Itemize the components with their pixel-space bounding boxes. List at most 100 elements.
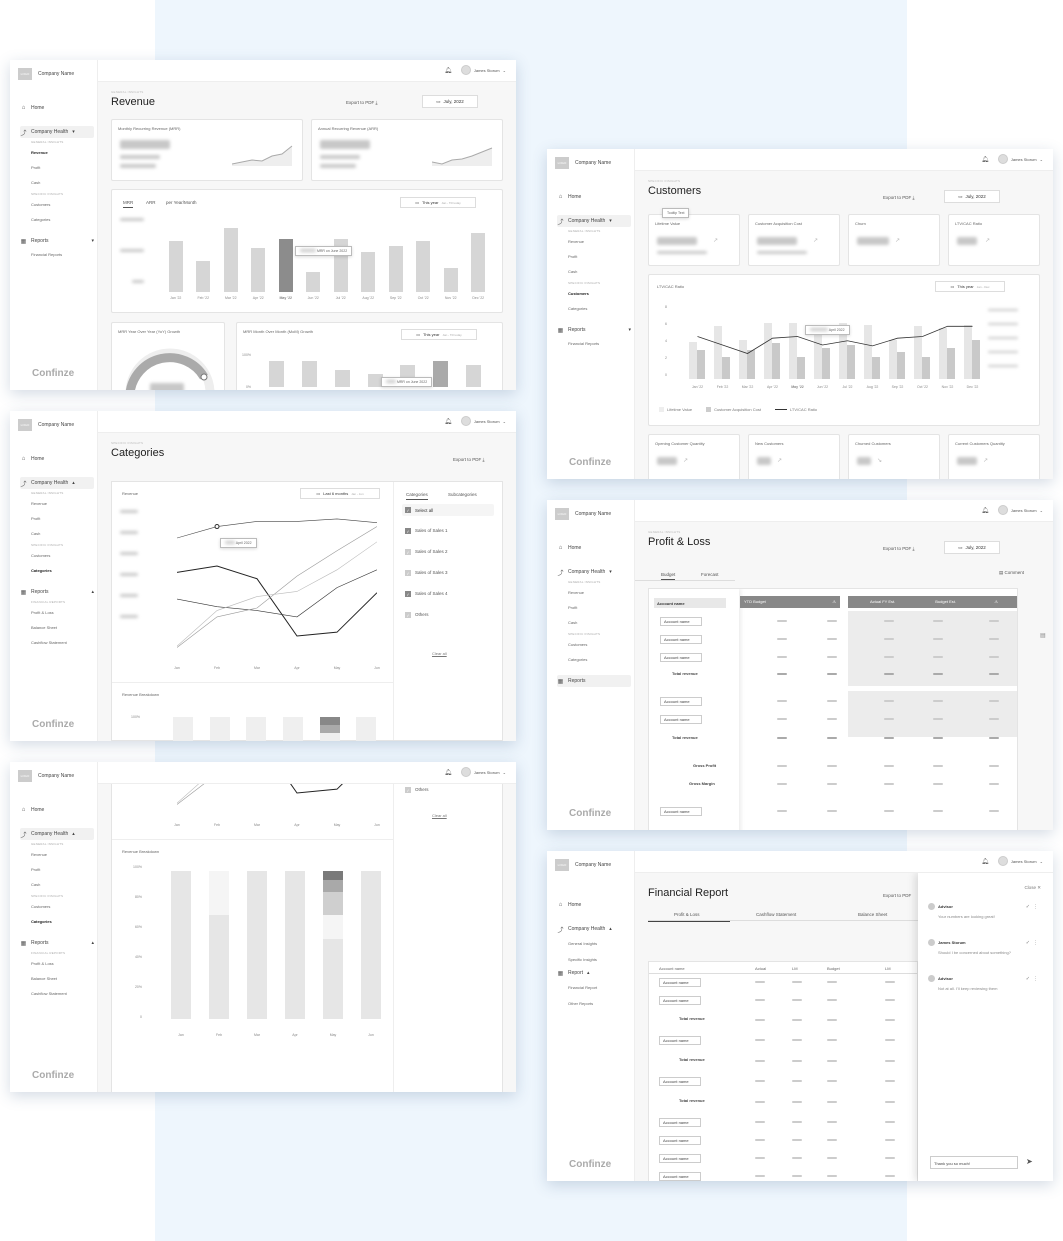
- date-picker[interactable]: ▭ July, 2022: [944, 541, 1000, 554]
- category-checkbox[interactable]: ✓ Sales of Sales 2: [405, 541, 448, 562]
- export-pdf-button[interactable]: Export to PDF ⤓: [346, 100, 378, 105]
- nav-revenue[interactable]: Revenue: [20, 496, 94, 511]
- filter-icon[interactable]: ☰: [1010, 600, 1015, 607]
- nav-categories[interactable]: Categories: [20, 914, 94, 929]
- nav-financial-report[interactable]: Financial Report: [557, 979, 631, 995]
- user-menu[interactable]: 🔔︎ James Storum ⌄: [444, 65, 506, 75]
- company-logo[interactable]: LOGO Company Name: [18, 419, 74, 431]
- company-logo[interactable]: LOGO Company Name: [18, 770, 74, 782]
- bell-icon[interactable]: 🔔︎: [981, 507, 989, 514]
- bell-icon[interactable]: 🔔︎: [444, 67, 452, 74]
- nav-customers[interactable]: Customers: [557, 637, 631, 652]
- comment-button[interactable]: ▤ Comment: [999, 570, 1024, 576]
- tab-arr[interactable]: ARR: [146, 200, 156, 205]
- nav-revenue[interactable]: Revenue: [557, 585, 631, 600]
- category-checkbox[interactable]: ✓ Others: [405, 784, 429, 800]
- nav-profit[interactable]: Profit: [557, 600, 631, 615]
- user-menu[interactable]: 🔔︎ James Storum ⌄: [981, 154, 1043, 164]
- company-logo[interactable]: LOGO Company Name: [555, 157, 611, 169]
- bell-icon[interactable]: 🔔︎: [981, 858, 989, 865]
- nav-cash[interactable]: Cash: [20, 526, 94, 541]
- nav-home[interactable]: ⌂ Home: [20, 804, 94, 816]
- company-logo[interactable]: LOGO Company Name: [555, 508, 611, 520]
- bell-icon[interactable]: 🔔︎: [444, 418, 452, 425]
- company-logo[interactable]: LOGO Company Name: [555, 859, 611, 871]
- nav-customers[interactable]: Customers: [20, 197, 94, 212]
- nav-customers[interactable]: Customers: [557, 286, 631, 301]
- bell-icon[interactable]: 🔔︎: [444, 769, 452, 776]
- nav-cash[interactable]: Cash: [20, 877, 94, 892]
- nav-customers[interactable]: Customers: [20, 899, 94, 914]
- close-button[interactable]: Close ✕: [1024, 885, 1041, 891]
- category-checkbox[interactable]: ✓ Others: [405, 604, 448, 625]
- nav-company-health[interactable]: ⤴ Company Health ▾: [557, 566, 631, 578]
- nav-balance-sheet[interactable]: Balance Sheet: [20, 620, 94, 635]
- nav-cashflow-statement[interactable]: Cashflow Statement: [20, 635, 94, 650]
- category-checkbox[interactable]: ✓ Sales of Sales 4: [405, 583, 448, 604]
- nav-home[interactable]: ⌂ Home: [557, 191, 631, 203]
- tab-subcategories[interactable]: Subcategories: [448, 492, 477, 497]
- nav-categories[interactable]: Categories: [557, 652, 631, 667]
- export-pdf-button[interactable]: Export to PDF ⤓: [883, 546, 915, 551]
- nav-specific-insights[interactable]: Specific Insights: [557, 951, 631, 967]
- nav-home[interactable]: ⌂ Home: [557, 542, 631, 554]
- tab-forecast[interactable]: Forecast: [701, 572, 719, 577]
- nav-financial-reports[interactable]: Financial Reports: [557, 336, 631, 351]
- nav-company-health[interactable]: ⤴ Company Health ▴: [557, 923, 631, 935]
- nav-financial-reports[interactable]: Financial Reports: [20, 247, 94, 262]
- clear-all-link[interactable]: Clear all: [432, 651, 447, 656]
- nav-profit-loss[interactable]: Profit & Loss: [20, 956, 94, 971]
- nav-home[interactable]: ⌂ Home: [557, 899, 631, 911]
- user-menu[interactable]: 🔔︎ James Storum ⌄: [444, 767, 506, 777]
- nav-profit[interactable]: Profit: [557, 249, 631, 264]
- tab-profit-loss[interactable]: Profit & Loss: [674, 912, 700, 917]
- nav-revenue[interactable]: Revenue: [20, 145, 94, 160]
- reply-input[interactable]: Thank you so much!: [930, 1156, 1018, 1169]
- category-checkbox[interactable]: ✓ Sales of Sales 1: [405, 520, 448, 541]
- nav-revenue[interactable]: Revenue: [20, 847, 94, 862]
- nav-cash[interactable]: Cash: [557, 615, 631, 630]
- nav-reports[interactable]: ▦ Reports ▾: [20, 235, 94, 247]
- nav-customers[interactable]: Customers: [20, 548, 94, 563]
- this-year-picker[interactable]: ▭ This year Jan - Dec: [935, 281, 1005, 292]
- nav-home[interactable]: ⌂ Home: [20, 453, 94, 465]
- nav-report[interactable]: ▦ Report ▴: [557, 967, 631, 979]
- nav-revenue[interactable]: Revenue: [557, 234, 631, 249]
- tab-mrr[interactable]: MRR: [123, 200, 134, 208]
- tab-budget[interactable]: Budget: [661, 572, 676, 580]
- bell-icon[interactable]: 🔔︎: [981, 156, 989, 163]
- export-pdf-button[interactable]: Export to PDF: [883, 893, 911, 898]
- company-logo[interactable]: LOGO Company Name: [18, 68, 74, 80]
- nav-company-health[interactable]: ⤴ Company Health ▾: [557, 215, 631, 227]
- nav-profit[interactable]: Profit: [20, 862, 94, 877]
- nav-categories[interactable]: Categories: [20, 563, 94, 578]
- date-picker[interactable]: ▭ July, 2022: [422, 95, 478, 108]
- nav-reports[interactable]: ▦ Reports ▴: [20, 937, 94, 949]
- date-picker[interactable]: ▭ July, 2022: [944, 190, 1000, 203]
- nav-company-health[interactable]: ⤴ Company Health ▾: [20, 126, 94, 138]
- select-all-checkbox[interactable]: ✓ Select all: [402, 504, 494, 516]
- this-year-picker[interactable]: ▭ This year Jan - Till today: [401, 329, 477, 340]
- nav-home[interactable]: ⌂ Home: [20, 102, 94, 114]
- nav-cash[interactable]: Cash: [20, 175, 94, 190]
- nav-categories[interactable]: Categories: [20, 212, 94, 227]
- category-checkbox[interactable]: ✓ Sales of Sales 3: [405, 562, 448, 583]
- this-year-picker[interactable]: ▭ This year Jan - Till today: [400, 197, 476, 208]
- export-pdf-button[interactable]: Export to PDF ⤓: [883, 195, 915, 200]
- period-picker[interactable]: ▭ Last 6 months Jan - Jun: [300, 488, 380, 499]
- nav-cashflow-statement[interactable]: Cashflow Statement: [20, 986, 94, 1001]
- nav-profit[interactable]: Profit: [20, 160, 94, 175]
- export-pdf-button[interactable]: Export to PDF ⤓: [453, 457, 485, 462]
- tab-categories[interactable]: Categories: [406, 492, 428, 500]
- clear-all-link[interactable]: Clear all: [432, 813, 447, 818]
- nav-balance-sheet[interactable]: Balance Sheet: [20, 971, 94, 986]
- nav-reports[interactable]: ▦ Reports ▾: [557, 324, 631, 336]
- nav-profit-loss[interactable]: Profit & Loss: [20, 605, 94, 620]
- nav-general-insights[interactable]: General Insights: [557, 935, 631, 951]
- comment-side-icon[interactable]: ▤: [1040, 632, 1046, 639]
- tab-balance-sheet[interactable]: Balance Sheet: [858, 912, 887, 917]
- nav-reports[interactable]: ▦ Reports ▴: [20, 586, 94, 598]
- nav-profit[interactable]: Profit: [20, 511, 94, 526]
- user-menu[interactable]: 🔔︎ James Storum ⌄: [981, 856, 1043, 866]
- nav-company-health[interactable]: ⤴ Company Health ▴: [20, 477, 94, 489]
